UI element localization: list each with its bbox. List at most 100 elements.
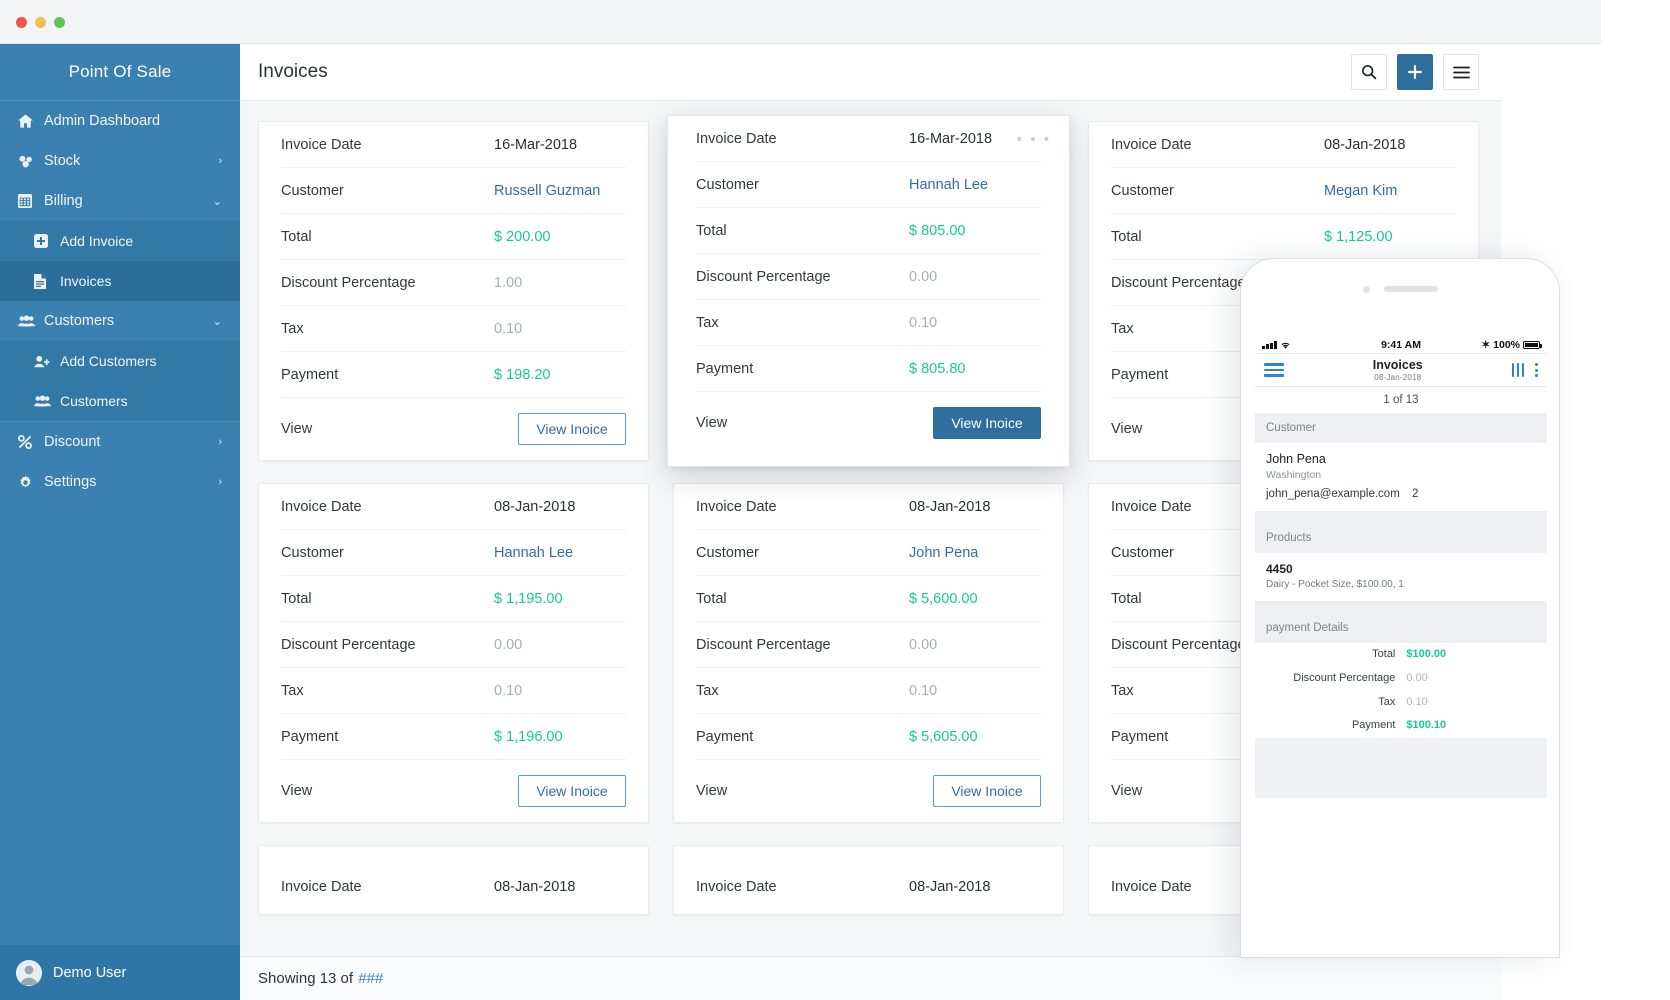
invoice-row-date: Invoice Date 16-Mar-2018 — [696, 116, 1041, 162]
sidebar-item-settings[interactable]: Settings › — [0, 462, 240, 502]
invoice-row-date: Invoice Date 08-Jan-2018 — [696, 864, 1041, 910]
percent-icon — [18, 435, 44, 449]
ios-record-count: 1 of 13 — [1255, 387, 1547, 413]
invoice-field-label: Discount Percentage — [1111, 636, 1246, 653]
phone-payment-row: Tax 0.10 — [1255, 691, 1547, 715]
invoice-row-discount: Discount Percentage 0.00 — [696, 622, 1041, 668]
document-icon — [34, 273, 60, 289]
sidebar-item-invoices[interactable]: Invoices — [0, 261, 240, 301]
phone-payment-value: $100.00 — [1406, 648, 1447, 660]
sidebar-item-customers[interactable]: Customers — [0, 381, 240, 421]
sidebar-item-customers[interactable]: Customers ⌄ — [0, 301, 240, 341]
invoice-field-label: View — [1111, 421, 1143, 437]
invoice-card-partial[interactable]: Invoice Date 08-Jan-2018 — [258, 845, 649, 915]
phone-payment-row: Payment $100.10 — [1255, 714, 1547, 738]
ios-signal — [1262, 341, 1381, 350]
sidebar-item-billing[interactable]: Billing ⌄ — [0, 181, 240, 221]
sidebar-item-label: Stock — [44, 153, 81, 169]
sidebar-item-add-customers[interactable]: Add Customers — [0, 341, 240, 381]
view-invoice-button[interactable]: View Inoice — [518, 413, 626, 445]
battery-icon — [1523, 341, 1542, 349]
invoice-field-value-customer[interactable]: Hannah Lee — [909, 177, 1041, 193]
kebab-icon[interactable] — [1535, 363, 1538, 377]
avatar — [16, 959, 42, 986]
invoice-field-label: Invoice Date — [1111, 498, 1192, 515]
window-controls — [16, 17, 65, 28]
invoice-field-value-date: 08-Jan-2018 — [494, 498, 576, 515]
invoice-row-total: Total $ 5,600.00 — [696, 576, 1041, 622]
phone-customer-city: Washington — [1266, 469, 1322, 481]
phone-payment-label: Tax — [1378, 695, 1396, 708]
phone-customer-email: john_pena@example.com 2 — [1266, 488, 1536, 500]
invoice-row-customer: Customer Hannah Lee — [281, 530, 626, 576]
chevron-down-icon: ⌄ — [212, 315, 222, 328]
invoice-field-label: Discount Percentage — [1111, 274, 1246, 291]
invoice-card[interactable]: Invoice Date 08-Jan-2018 Customer Hannah Le… — [258, 483, 649, 823]
invoice-field-value-customer[interactable]: Russell Guzman — [494, 183, 626, 199]
invoice-field-value-customer[interactable]: Megan Kim — [1324, 183, 1456, 199]
sidebar-item-stock[interactable]: Stock › — [0, 141, 240, 181]
invoice-row-total: Total $ 805.00 — [696, 208, 1041, 254]
invoice-field-label: View — [696, 783, 728, 799]
invoice-field-value-discount: 0.00 — [909, 268, 938, 285]
billing-icon — [18, 194, 44, 208]
invoice-row-customer: Customer Hannah Lee — [696, 162, 1041, 208]
user-plus-icon — [34, 355, 60, 368]
ios-title: Invoices — [1372, 358, 1423, 373]
invoice-field-value-discount: 0.00 — [909, 636, 938, 653]
search-icon — [1362, 65, 1377, 80]
invoice-field-label: Customer — [696, 176, 759, 193]
wifi-icon — [1281, 342, 1289, 349]
invoice-row-view: View View Inoice — [281, 398, 626, 460]
card-more-icon[interactable]: • • • — [1017, 132, 1051, 147]
invoice-card-partial[interactable]: Invoice Date 08-Jan-2018 — [673, 845, 1064, 915]
invoice-field-value-customer[interactable]: Hannah Lee — [494, 545, 626, 561]
home-icon — [18, 114, 44, 128]
view-invoice-button[interactable]: View Inoice — [933, 775, 1041, 807]
list-menu-button[interactable] — [1443, 54, 1479, 90]
invoice-field-label: Tax — [1111, 682, 1134, 699]
maximize-icon[interactable] — [54, 17, 65, 28]
invoice-card[interactable]: Invoice Date 16-Mar-2018 Customer Russell G… — [258, 121, 649, 461]
hamburger-icon[interactable] — [1264, 363, 1284, 377]
avatar-icon — [16, 959, 42, 986]
sidebar-nav: Admin Dashboard Stock › Billing ⌄ Add Invoice… — [0, 101, 240, 502]
phone-payment-value: 0.00 — [1406, 671, 1428, 684]
invoice-field-label: Tax — [696, 682, 719, 699]
invoice-field-label: Payment — [1111, 728, 1169, 745]
close-icon[interactable] — [16, 17, 27, 28]
invoice-field-value-discount: 1.00 — [494, 274, 523, 291]
invoice-field-value-total: $ 805.00 — [909, 222, 966, 239]
view-invoice-button[interactable]: View Inoice — [518, 775, 626, 807]
phone-screen: 9:41 AM ✶ 100% Invoices 08-Jan-2018 1 of… — [1255, 337, 1547, 947]
add-invoice-button[interactable] — [1397, 54, 1433, 90]
sidebar-item-admin-dashboard[interactable]: Admin Dashboard — [0, 101, 240, 141]
invoice-field-value-payment: $ 805.80 — [909, 360, 966, 377]
invoice-field-label: Total — [696, 590, 727, 607]
sidebar-item-label: Customers — [60, 393, 128, 409]
invoice-field-value-customer[interactable]: John Pena — [909, 545, 1041, 561]
invoice-field-label: Payment — [281, 366, 339, 383]
sidebar-item-add-invoice[interactable]: Add Invoice — [0, 221, 240, 261]
view-invoice-button[interactable]: View Inoice — [933, 407, 1041, 439]
invoice-card[interactable]: • • • Invoice Date 16-Mar-2018 Customer Hann… — [667, 115, 1070, 467]
invoice-field-label: Tax — [696, 314, 719, 331]
invoice-row-payment: Payment $ 198.20 — [281, 352, 626, 398]
minimize-icon[interactable] — [35, 17, 46, 28]
invoice-field-value-payment: $ 1,196.00 — [494, 728, 563, 745]
invoice-field-label: Total — [281, 590, 312, 607]
invoice-field-label: Tax — [281, 320, 304, 337]
phone-payment-value: $100.10 — [1406, 719, 1447, 732]
invoice-card[interactable]: Invoice Date 08-Jan-2018 Customer John Pena… — [673, 483, 1064, 823]
sidebar-item-discount[interactable]: Discount › — [0, 422, 240, 462]
invoice-field-value-date: 08-Jan-2018 — [909, 498, 991, 515]
sliders-icon[interactable] — [1511, 363, 1524, 377]
invoice-row-customer: Customer Megan Kim — [1111, 168, 1456, 214]
search-button[interactable] — [1351, 54, 1387, 90]
invoice-field-label: View — [281, 421, 313, 437]
phone-mockup: 9:41 AM ✶ 100% Invoices 08-Jan-2018 1 of… — [1240, 258, 1560, 958]
app-root: Point Of Sale Admin Dashboard Stock › Billi… — [0, 0, 1670, 1000]
invoice-row-date: Invoice Date 08-Jan-2018 — [696, 484, 1041, 530]
phone-product-sku: 4450 — [1266, 562, 1293, 576]
sidebar-user[interactable]: Demo User — [0, 945, 240, 1000]
